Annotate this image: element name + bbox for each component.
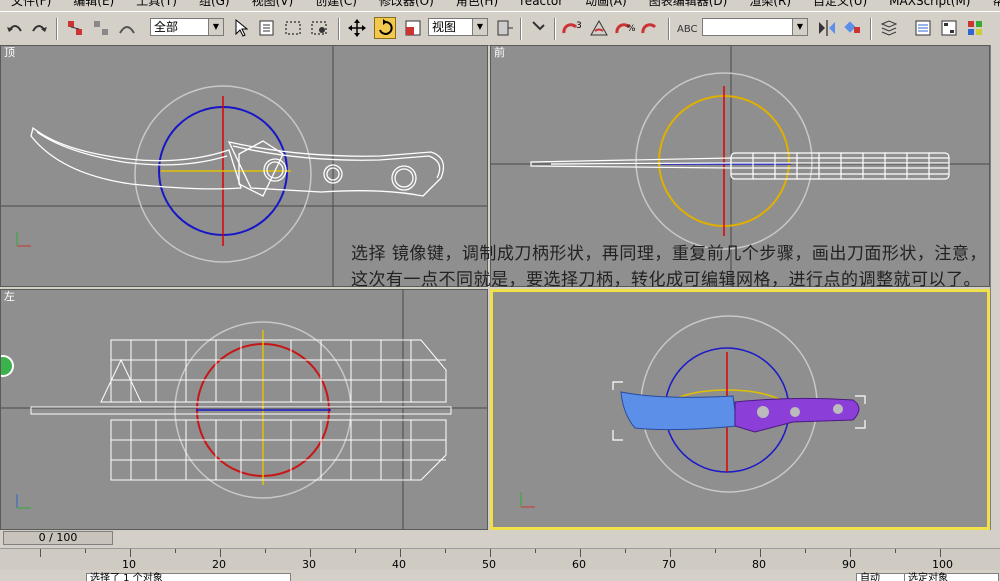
menu-bar: 文件(F) 编辑(E) 工具(T) 组(G) 视图(V) 创建(C) 修改器(O) 角色(H)… (0, 0, 1000, 10)
scale-icon[interactable] (402, 17, 424, 39)
chevron-down-icon: ▼ (792, 19, 807, 35)
ruler-tick (580, 549, 581, 557)
viewport-label-top[interactable]: 顶 (4, 46, 15, 59)
ruler-tick (535, 549, 536, 553)
chevron-down-icon: ▼ (208, 19, 223, 35)
ruler-tick (670, 549, 671, 557)
menu-item[interactable]: 修改器(O) (368, 0, 445, 9)
ruler-tick (310, 549, 311, 557)
ruler-tick (805, 549, 806, 553)
ruler-tick (400, 549, 401, 557)
tutorial-caption: 选择 镜像键，调制成刀柄形状，再同理，重复前几个步骤，画出刀面形状，注意，这次有… (351, 244, 987, 290)
material-editor-icon[interactable] (964, 17, 986, 39)
rotate-icon[interactable] (374, 17, 396, 39)
time-slider[interactable]: 0 / 100 (3, 531, 113, 545)
svg-text:3: 3 (576, 21, 582, 31)
track-view-icon[interactable] (912, 17, 934, 39)
undo-icon[interactable] (4, 17, 26, 39)
chevron-down-icon: ▼ (472, 19, 487, 35)
select-and-manipulate-icon[interactable] (528, 17, 550, 39)
ruler-tick (895, 549, 896, 553)
main-toolbar: 全部 ▼ 视图 ▼ 3 % ABC ▼ (0, 11, 1000, 46)
auto-key-button[interactable]: 自动 (856, 573, 905, 581)
viewport-label-front[interactable]: 前 (494, 46, 505, 59)
menu-item[interactable]: MAXScript(M) (878, 0, 981, 9)
pivot-center-icon[interactable] (494, 17, 516, 39)
menu-item[interactable]: 编辑(E) (62, 0, 125, 9)
menu-item[interactable]: 动画(A) (574, 0, 638, 9)
ruler-tick (715, 549, 716, 553)
perspective-view-scene (520, 315, 866, 508)
align-icon[interactable] (842, 17, 864, 39)
select-object-icon[interactable] (230, 17, 252, 39)
snap-3d-icon[interactable]: 3 (562, 17, 584, 39)
ruler-tick (490, 549, 491, 557)
menu-item[interactable]: reactor (509, 0, 574, 9)
menu-item[interactable]: 帮助(H) (981, 0, 1000, 9)
ruler-tick (85, 549, 86, 553)
menu-item[interactable]: 自定义(U) (802, 0, 878, 9)
menu-item[interactable]: 图表编辑器(D) (638, 0, 739, 9)
menu-item[interactable]: 文件(F) (0, 0, 62, 9)
menu-item[interactable]: 创建(C) (304, 0, 368, 9)
ruler-tick (445, 549, 446, 553)
redo-icon[interactable] (28, 17, 50, 39)
unlink-icon[interactable] (90, 17, 112, 39)
bind-space-warp-icon[interactable] (116, 17, 138, 39)
menu-item[interactable]: 组(G) (188, 0, 241, 9)
angle-snap-icon[interactable] (588, 17, 610, 39)
menu-item[interactable]: 渲染(R) (738, 0, 802, 9)
select-by-name-icon[interactable] (256, 17, 278, 39)
menu-item[interactable]: 工具(T) (125, 0, 188, 9)
ruler-tick (265, 549, 266, 553)
menu-item[interactable]: 角色(H) (445, 0, 509, 9)
status-bar: 选择了 1 个对象 自动 选定对象 (0, 570, 1000, 581)
svg-text:%: % (627, 24, 635, 34)
ruler-tick (40, 549, 41, 557)
rectangular-selection-icon[interactable] (282, 17, 304, 39)
set-key-filter[interactable]: 选定对象 (904, 573, 999, 581)
track-bar[interactable]: 10 20 30 40 50 60 70 80 90 100 (0, 548, 1000, 571)
selection-status: 选择了 1 个对象 (86, 573, 291, 581)
menu-item[interactable]: 视图(V) (241, 0, 305, 9)
percent-snap-icon[interactable]: % (614, 17, 636, 39)
time-slider-bar: 0 / 100 (0, 530, 1000, 548)
svg-text:ABC: ABC (677, 24, 698, 35)
ruler-tick (175, 549, 176, 553)
ruler-tick (850, 549, 851, 557)
move-icon[interactable] (346, 17, 368, 39)
reference-coordinate-dropdown[interactable]: 视图 ▼ (428, 18, 488, 36)
window-crossing-icon[interactable] (308, 17, 330, 39)
ruler-tick (355, 549, 356, 553)
viewport-perspective[interactable] (490, 289, 990, 530)
ruler-tick (130, 549, 131, 557)
spinner-snap-icon[interactable] (640, 17, 662, 39)
left-view-scene (1, 290, 487, 529)
ruler-tick (940, 549, 941, 557)
ruler-tick (220, 549, 221, 557)
layer-manager-icon[interactable] (878, 17, 900, 39)
edit-named-selection-icon[interactable]: ABC (676, 17, 698, 39)
selection-filter-dropdown[interactable]: 全部 ▼ (150, 18, 224, 36)
ruler-tick (625, 549, 626, 553)
schematic-view-icon[interactable] (938, 17, 960, 39)
select-and-link-icon[interactable] (64, 17, 86, 39)
ruler-tick (760, 549, 761, 557)
named-selection-dropdown[interactable]: ▼ (702, 18, 808, 36)
mirror-icon[interactable] (816, 17, 838, 39)
viewport-left[interactable]: 左 (0, 289, 488, 530)
viewport-label-left[interactable]: 左 (4, 290, 15, 303)
